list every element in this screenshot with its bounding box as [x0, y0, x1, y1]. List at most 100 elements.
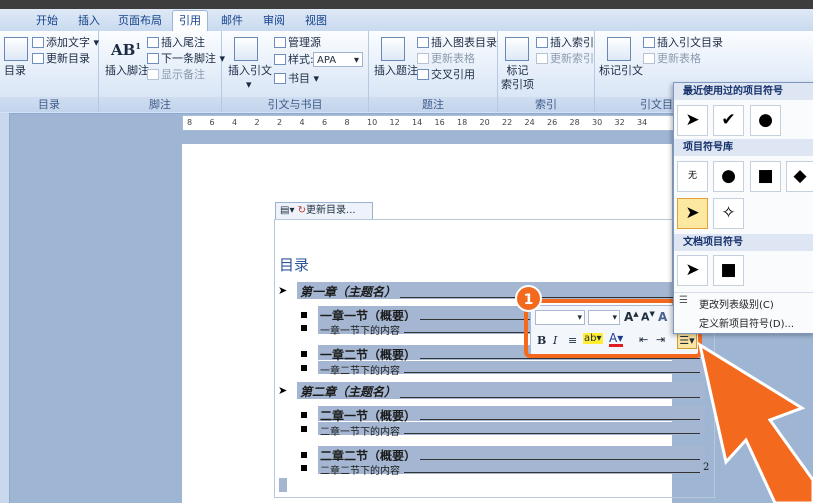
insert-citation-label: 插入引文 [228, 64, 272, 77]
toc-entry-level-1[interactable]: 第一章（主题名） [300, 283, 396, 300]
tab-page-layout[interactable]: 页面布局 [114, 11, 166, 30]
tab-review[interactable]: 审阅 [257, 11, 291, 30]
insert-footnote-icon: AB1 [111, 41, 141, 59]
ruler-tick-label: 12 [389, 118, 400, 127]
toc-end-marker [279, 478, 287, 492]
toc-menu-icon[interactable]: ▤▾ [276, 205, 294, 216]
toc-leader-line [420, 419, 700, 420]
ruler-tick-label: 30 [592, 118, 603, 127]
insert-index-button[interactable]: 插入索引 [536, 36, 594, 50]
ruler-tick-label: 32 [614, 118, 625, 127]
ruler-tick-label: 26 [547, 118, 558, 127]
update-toc-button[interactable]: 更新目录 [32, 52, 90, 66]
index-group: 标记 索引项 插入索引 更新索引 索引 [498, 31, 595, 112]
style-select[interactable]: APA ▾ [313, 52, 363, 67]
toc-entry-level-3[interactable]: 一章一节下的内容 [320, 322, 400, 337]
bullet-star-option[interactable]: ✧ [713, 198, 744, 229]
bullet-circle-option[interactable]: ● [750, 105, 781, 136]
next-footnote-button[interactable]: 下一条脚注 ▾ [147, 52, 225, 66]
insert-index-label: 插入索引 [550, 36, 594, 49]
recent-bullets-header: 最近使用过的项目符号 [674, 83, 813, 100]
bullet-none-option[interactable]: 无 [677, 161, 708, 192]
show-notes-icon [147, 69, 159, 80]
toc-entry-level-3[interactable]: 二章二节下的内容 [320, 462, 400, 477]
update-index-label: 更新索引 [550, 52, 594, 65]
toc-entry-level-3[interactable]: 一章二节下的内容 [320, 362, 400, 377]
bullet-square-option[interactable]: ■ [750, 161, 781, 192]
manage-sources-label: 管理源 [288, 36, 321, 49]
mark-entry-button[interactable]: 标记 索引项 [501, 64, 534, 92]
bullet-library-header: 项目符号库 [674, 139, 813, 156]
index-group-label: 索引 [498, 97, 594, 112]
update-toc-label: 更新目录 [46, 52, 90, 65]
change-list-level-item[interactable]: 更改列表级别(C) [699, 296, 774, 311]
insert-endnote-button[interactable]: 插入尾注 [147, 36, 205, 50]
insert-citation-icon [234, 37, 258, 61]
bullet-arrow-option[interactable]: ➤ [677, 255, 708, 286]
insert-footnote-button[interactable]: 插入脚注 [105, 64, 149, 78]
update-toa-button[interactable]: 更新表格 [643, 52, 701, 66]
toc-entry-level-1[interactable]: 第二章（主题名） [300, 383, 396, 400]
next-footnote-label: 下一条脚注 [161, 52, 216, 65]
tab-mailings[interactable]: 邮件 [215, 11, 249, 30]
mark-citation-button[interactable]: 标记引文 [599, 64, 643, 78]
arrow-bullet-icon: ➤ [278, 384, 288, 397]
ruler-tick-label: 10 [367, 118, 378, 127]
bullet-arrow-option-selected[interactable]: ➤ [677, 198, 708, 229]
manage-sources-button[interactable]: 管理源 [274, 36, 321, 50]
square-bullet-icon [301, 365, 307, 371]
toc-entry-level-3[interactable]: 二章一节下的内容 [320, 423, 400, 438]
toc-leader-line [400, 297, 700, 298]
tab-home[interactable]: 开始 [30, 11, 64, 30]
insert-toa-button[interactable]: 插入引文目录 [643, 36, 723, 50]
square-bullet-icon [301, 325, 307, 331]
square-bullet-icon [301, 312, 307, 318]
bibliography-icon [274, 73, 286, 84]
insert-caption-button[interactable]: 插入题注 [374, 64, 418, 78]
insert-citation-button[interactable]: 插入引文 ▾ [228, 64, 272, 92]
tab-view[interactable]: 视图 [299, 11, 333, 30]
manage-sources-icon [274, 37, 286, 48]
add-text-button[interactable]: 添加文字 ▾ [32, 36, 99, 50]
cross-reference-button[interactable]: 交叉引用 [417, 68, 475, 82]
tab-insert[interactable]: 插入 [72, 11, 106, 30]
bibliography-button[interactable]: 书目 ▾ [274, 72, 319, 86]
toc-button[interactable]: 目录 [4, 64, 26, 78]
ruler-tick-label: 14 [412, 118, 423, 127]
update-index-button[interactable]: 更新索引 [536, 52, 594, 66]
tab-references[interactable]: 引用 [172, 10, 208, 32]
update-toa-icon [643, 53, 655, 64]
update-toa-label: 更新表格 [657, 52, 701, 65]
update-table-button[interactable]: 更新表格 [417, 52, 475, 66]
insert-table-of-figures-button[interactable]: 插入图表目录 [417, 36, 497, 50]
update-toc-icon [32, 53, 44, 64]
insert-toa-label: 插入引文目录 [657, 36, 723, 49]
change-level-icon: ☰ [679, 295, 688, 306]
mark-entry-label-2: 索引项 [501, 78, 534, 91]
bullet-square-option[interactable]: ■ [713, 255, 744, 286]
bullet-circle-option[interactable]: ● [713, 161, 744, 192]
citations-group-label: 引文与书目 [222, 97, 368, 112]
toc-leader-line [420, 358, 700, 359]
vertical-ruler [0, 113, 10, 503]
bullet-arrow-option[interactable]: ➤ [677, 105, 708, 136]
toc-leader-line [420, 459, 700, 460]
toc-update-button[interactable]: ↻更新目录... [298, 205, 356, 216]
toc-update-label: 更新目录... [306, 205, 356, 216]
toc-group: 目录 添加文字 ▾ 更新目录 目录 [0, 31, 99, 112]
add-text-icon [32, 37, 44, 48]
callout-number-badge: 1 [515, 285, 542, 312]
show-notes-button[interactable]: 显示备注 [147, 68, 205, 82]
toc-heading: 目录 [279, 256, 310, 274]
insert-index-icon [536, 37, 548, 48]
define-new-bullet-item[interactable]: 定义新项目符号(D)... [699, 315, 794, 330]
bullet-check-option[interactable]: ✔ [713, 105, 744, 136]
square-bullet-icon [301, 465, 307, 471]
bullet-diamond-option[interactable]: ◆ [786, 161, 813, 192]
insert-endnote-icon [147, 37, 159, 48]
toc-leader-line [404, 433, 700, 434]
insert-endnote-label: 插入尾注 [161, 36, 205, 49]
square-bullet-icon [301, 452, 307, 458]
ruler-tick-label: 4 [232, 118, 238, 127]
footnotes-group-label: 脚注 [99, 97, 221, 112]
